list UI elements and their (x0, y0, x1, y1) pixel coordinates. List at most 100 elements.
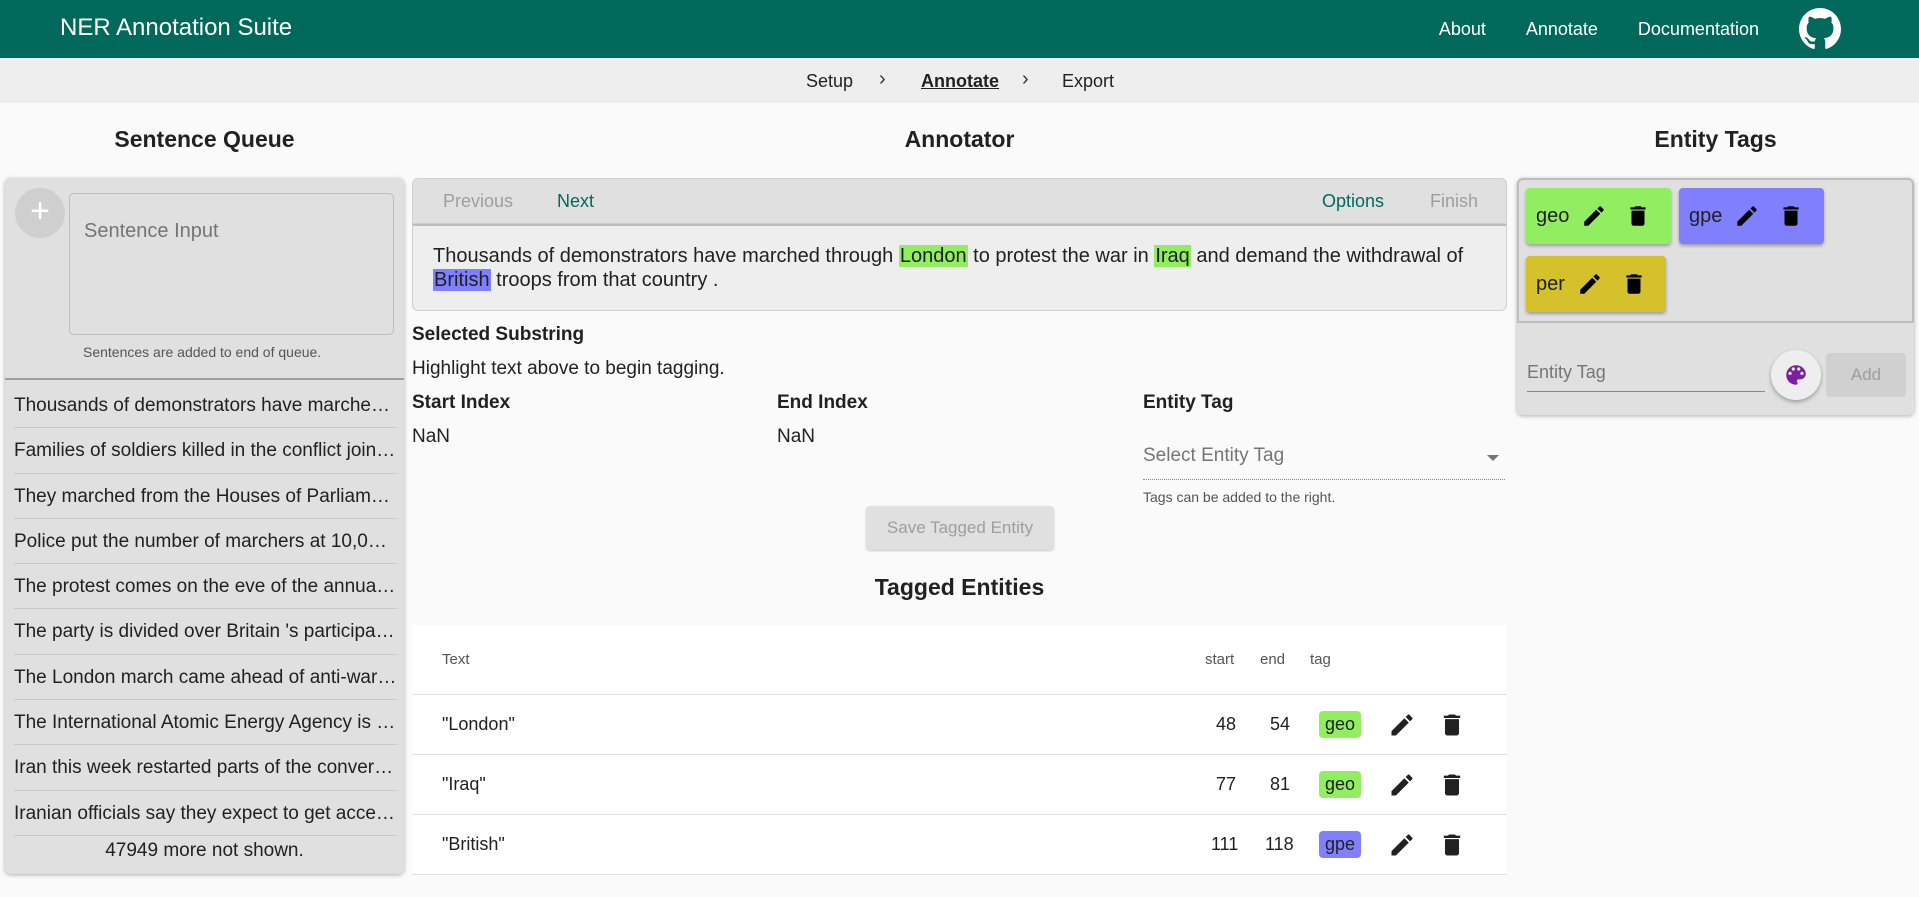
entity-tag-label: Entity Tag (1143, 392, 1234, 413)
annotator-toolbar: Previous Next Options Finish (412, 178, 1507, 224)
delete-icon[interactable] (1621, 271, 1647, 297)
list-item[interactable]: Police put the number of marchers at 10,… (14, 519, 397, 565)
save-tagged-entity-button[interactable]: Save Tagged Entity (866, 506, 1054, 550)
options-button[interactable]: Options (1322, 191, 1384, 212)
step-export[interactable]: Export (1062, 71, 1114, 92)
queue-divider (5, 378, 404, 380)
github-icon[interactable] (1799, 8, 1841, 50)
end-index-label: End Index (777, 392, 868, 413)
start-index-label: Start Index (412, 392, 511, 413)
stepper: Setup › Annotate › Export (0, 58, 1919, 103)
edit-icon[interactable] (1388, 695, 1416, 754)
list-item[interactable]: The International Atomic Energy Agency i… (14, 700, 397, 746)
queue-hint: Sentences are added to end of queue. (83, 344, 322, 360)
annotator-title: Annotator (904, 126, 1015, 152)
queue-title: Sentence Queue (114, 126, 295, 152)
delete-icon[interactable] (1438, 815, 1466, 874)
list-item[interactable]: They marched from the Houses of Parliame… (14, 474, 397, 519)
edit-icon[interactable] (1581, 203, 1607, 229)
highlight-gpe[interactable]: British (433, 269, 491, 291)
sentence-text: troops from that country . (490, 269, 719, 291)
nav-about[interactable]: About (1439, 19, 1486, 40)
sentence-input[interactable] (69, 193, 394, 335)
app-title[interactable]: NER Annotation Suite (60, 14, 292, 42)
sentence-queue: + Sentences are added to end of queue. T… (5, 178, 404, 874)
list-item[interactable]: The party is divided over Britain 's par… (14, 609, 397, 655)
tags-box: geo gpe per (1517, 178, 1914, 323)
nav-links: About Annotate Documentation (1439, 0, 1841, 58)
edit-icon[interactable] (1577, 271, 1603, 297)
header-text: Text (442, 651, 470, 668)
header-start: start (1205, 651, 1235, 668)
sentence-text: and demand the withdrawal of (1190, 245, 1464, 267)
selected-substring-label: Selected Substring (412, 324, 585, 345)
delete-icon[interactable] (1625, 203, 1651, 229)
entity-tag-select[interactable]: Select Entity Tag (1143, 445, 1505, 480)
dropdown-arrow-icon (1487, 455, 1499, 461)
cell-end: 54 (1270, 714, 1291, 734)
cell-text: "British" (442, 834, 505, 854)
table-header: Text start end tag (412, 625, 1507, 695)
step-annotate[interactable]: Annotate (921, 71, 999, 92)
next-button[interactable]: Next (557, 191, 594, 212)
tag-label: gpe (1689, 204, 1723, 227)
step-setup[interactable]: Setup (806, 71, 853, 92)
list-item[interactable]: Thousands of demonstrators have marched … (14, 383, 397, 429)
list-item[interactable]: Families of soldiers killed in the confl… (14, 428, 397, 474)
tag-chip: gpe (1319, 831, 1362, 858)
list-item[interactable]: Iranian officials say they expect to get… (14, 791, 397, 836)
highlight-geo[interactable]: Iraq (1154, 245, 1191, 267)
palette-icon[interactable] (1771, 350, 1821, 400)
add-tag-button[interactable]: Add (1826, 353, 1906, 397)
edit-icon[interactable] (1734, 203, 1760, 229)
edit-icon[interactable] (1388, 755, 1416, 814)
cell-start: 111 (1211, 834, 1239, 854)
list-item[interactable]: The London march came ahead of anti-war … (14, 655, 397, 701)
sentence-text: Thousands of demonstrators have marched … (433, 245, 899, 267)
tagged-entities-title: Tagged Entities (874, 574, 1045, 600)
table-row: "British" 111 118 gpe (412, 815, 1507, 875)
add-sentence-button[interactable]: + (15, 188, 65, 238)
queue-list: Thousands of demonstrators have marched … (14, 383, 397, 836)
selected-substring-hint: Highlight text above to begin tagging. (412, 358, 725, 379)
tags-title: Entity Tags (1654, 126, 1777, 152)
delete-icon[interactable] (1438, 695, 1466, 754)
finish-button[interactable]: Finish (1430, 191, 1478, 212)
cell-end: 118 (1265, 834, 1294, 854)
sentence-text: to protest the war in (967, 245, 1155, 267)
cell-start: 77 (1216, 774, 1237, 794)
header-tag: tag (1310, 651, 1331, 668)
start-index-value: NaN (412, 426, 451, 447)
annotation-text[interactable]: Thousands of demonstrators have marched … (412, 224, 1507, 311)
edit-icon[interactable] (1388, 815, 1416, 874)
table-row: "Iraq" 77 81 geo (412, 755, 1507, 815)
tag-chip: geo (1319, 711, 1362, 738)
entity-tag-input[interactable] (1527, 354, 1765, 392)
cell-start: 48 (1216, 714, 1237, 734)
tag-label: per (1536, 272, 1565, 295)
cell-text: "London" (442, 714, 515, 734)
entity-tag-placeholder: Select Entity Tag (1143, 445, 1285, 466)
chevron-right-icon: › (879, 68, 886, 90)
chevron-right-icon: › (1022, 68, 1029, 90)
tagged-entities-table: Text start end tag "London" 48 54 geo "I… (412, 625, 1507, 875)
table-row: "London" 48 54 geo (412, 695, 1507, 755)
previous-button[interactable]: Previous (443, 191, 513, 212)
list-item[interactable]: Iran this week restarted parts of the co… (14, 745, 397, 791)
tag-label: geo (1536, 204, 1570, 227)
tag-geo[interactable]: geo (1526, 188, 1671, 244)
end-index-value: NaN (777, 426, 816, 447)
header-end: end (1260, 651, 1286, 668)
app-bar: NER Annotation Suite About Annotate Docu… (0, 0, 1919, 58)
nav-annotate[interactable]: Annotate (1526, 19, 1598, 40)
highlight-geo[interactable]: London (898, 245, 968, 267)
delete-icon[interactable] (1778, 203, 1804, 229)
entity-tag-hint: Tags can be added to the right. (1143, 489, 1336, 505)
cell-text: "Iraq" (442, 774, 486, 794)
nav-documentation[interactable]: Documentation (1638, 19, 1759, 40)
tag-per[interactable]: per (1526, 256, 1666, 312)
list-item[interactable]: The protest comes on the eve of the annu… (14, 564, 397, 610)
queue-more-count: 47949 more not shown. (105, 840, 304, 861)
delete-icon[interactable] (1438, 755, 1466, 814)
tag-gpe[interactable]: gpe (1679, 188, 1824, 244)
